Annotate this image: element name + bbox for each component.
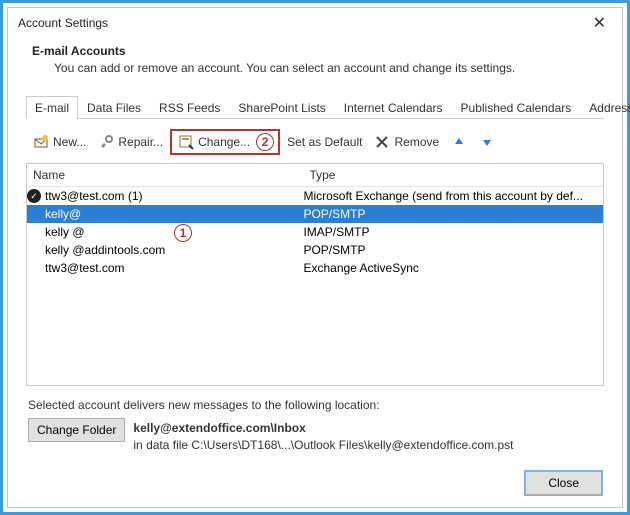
account-name: ttw3@test.com: [45, 261, 125, 275]
titlebar: Account Settings ✕: [8, 8, 622, 38]
tab-data-files[interactable]: Data Files: [78, 96, 150, 119]
window-title: Account Settings: [18, 16, 108, 30]
list-header: Name Type: [27, 164, 603, 187]
tab-email[interactable]: E-mail: [26, 96, 78, 119]
set-default-button[interactable]: Set as Default: [282, 132, 367, 152]
delivery-caption: Selected account delivers new messages t…: [28, 398, 604, 412]
repair-icon: [98, 134, 114, 150]
tab-strip: E-mail Data Files RSS Feeds SharePoint L…: [26, 95, 604, 119]
tab-rss[interactable]: RSS Feeds: [150, 96, 229, 119]
arrow-down-icon: [479, 134, 495, 150]
accounts-list[interactable]: Name Type ttw3@test.com (1) Microsoft Ex…: [26, 163, 604, 386]
new-button[interactable]: New...: [28, 131, 91, 153]
change-label: Change...: [198, 135, 250, 149]
tab-sharepoint[interactable]: SharePoint Lists: [229, 96, 334, 119]
col-header-name[interactable]: Name: [27, 164, 303, 186]
remove-icon: [374, 134, 390, 150]
table-row[interactable]: ttw3@test.com Exchange ActiveSync: [27, 259, 603, 277]
table-row[interactable]: kelly @addintools.com POP/SMTP: [27, 241, 603, 259]
account-type: POP/SMTP: [303, 242, 603, 258]
table-row[interactable]: kelly@ POP/SMTP: [27, 205, 603, 223]
account-type: Exchange ActiveSync: [303, 260, 603, 276]
move-down-button[interactable]: [474, 131, 500, 153]
account-name: kelly@: [45, 207, 81, 221]
change-icon: [178, 134, 194, 150]
tab-address-books[interactable]: Address Books: [580, 96, 630, 119]
set-default-label: Set as Default: [287, 135, 362, 149]
window-content: E-mail Accounts You can add or remove an…: [8, 38, 622, 507]
table-row[interactable]: kelly @ IMAP/SMTP: [27, 223, 603, 241]
delivery-info: kelly@extendoffice.com\Inbox in data fil…: [133, 418, 513, 455]
account-name: ttw3@test.com (1): [45, 189, 143, 203]
remove-label: Remove: [394, 135, 439, 149]
change-highlight: Change... 2: [170, 129, 280, 155]
arrow-up-icon: [451, 134, 467, 150]
default-check-icon: [27, 189, 41, 203]
new-icon: [33, 134, 49, 150]
change-button[interactable]: Change...: [176, 134, 252, 150]
change-folder-button[interactable]: Change Folder: [28, 418, 125, 442]
tab-published-cal[interactable]: Published Calendars: [452, 96, 581, 119]
tab-internet-cal[interactable]: Internet Calendars: [335, 96, 452, 119]
repair-label: Repair...: [118, 135, 163, 149]
callout-2: 2: [256, 133, 274, 151]
move-up-button[interactable]: [446, 131, 472, 153]
account-type: POP/SMTP: [303, 206, 603, 222]
delivery-location: kelly@extendoffice.com\Inbox: [133, 421, 305, 435]
delivery-path: in data file C:\Users\DT168\...\Outlook …: [133, 438, 513, 452]
callout-1: 1: [174, 224, 192, 242]
account-settings-window: Account Settings ✕ E-mail Accounts You c…: [7, 7, 623, 508]
close-button[interactable]: Close: [525, 471, 602, 495]
screenshot-frame: Account Settings ✕ E-mail Accounts You c…: [0, 0, 630, 515]
col-header-type[interactable]: Type: [303, 164, 579, 186]
close-icon[interactable]: ✕: [585, 11, 614, 35]
remove-button[interactable]: Remove: [369, 131, 444, 153]
delivery-section: Selected account delivers new messages t…: [26, 398, 604, 455]
section-heading: E-mail Accounts: [32, 44, 604, 58]
footer: Close: [26, 471, 604, 497]
toolbar: New... Repair... Change... 2 Set as Defa…: [26, 119, 604, 163]
account-name: kelly @: [45, 225, 85, 239]
new-label: New...: [53, 135, 86, 149]
account-type: Microsoft Exchange (send from this accou…: [303, 188, 603, 204]
section-subheading: You can add or remove an account. You ca…: [54, 61, 604, 75]
repair-button[interactable]: Repair...: [93, 131, 168, 153]
table-row[interactable]: ttw3@test.com (1) Microsoft Exchange (se…: [27, 187, 603, 205]
account-type: IMAP/SMTP: [303, 224, 603, 240]
account-name: kelly @addintools.com: [45, 243, 165, 257]
